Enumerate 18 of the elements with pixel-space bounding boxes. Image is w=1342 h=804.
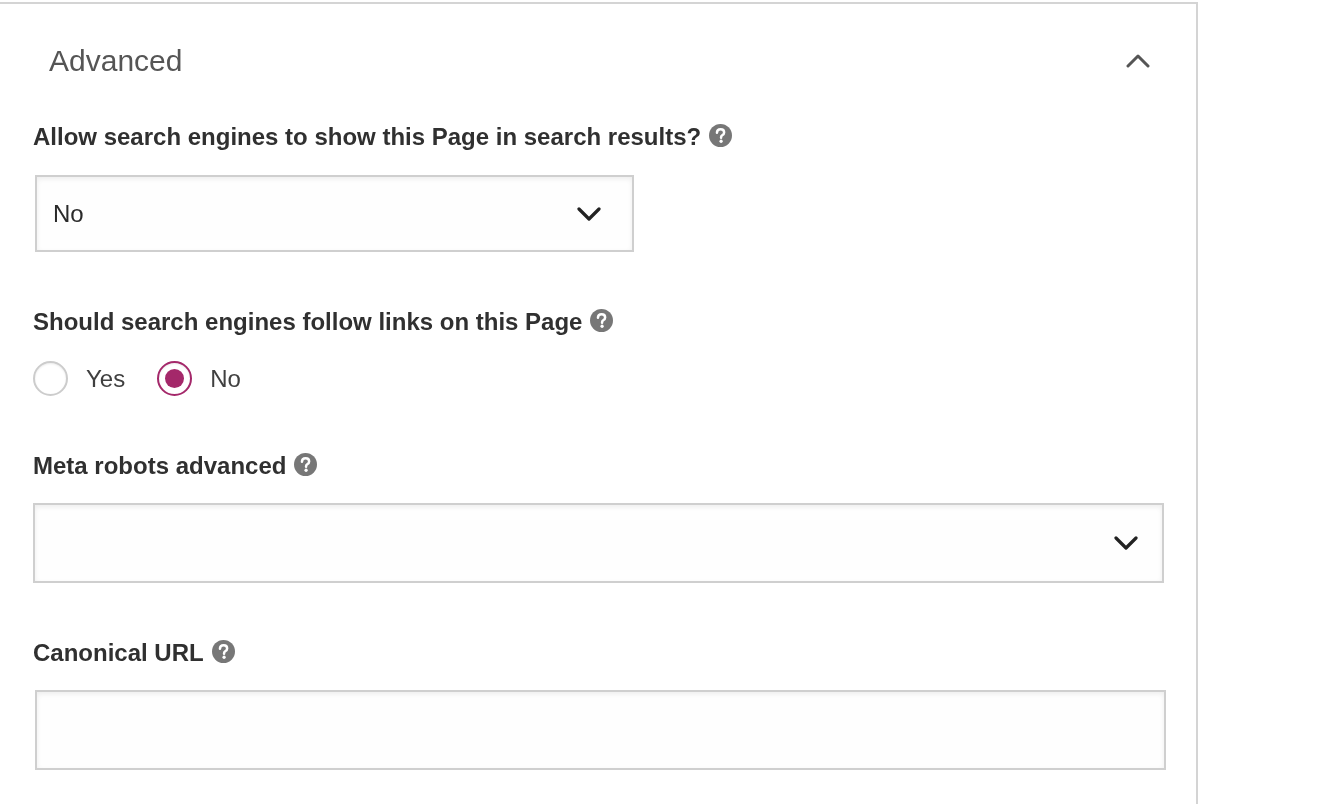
chevron-down-icon [1114,536,1138,550]
help-icon[interactable] [709,123,733,147]
field-label: Canonical URL [33,639,204,667]
help-icon[interactable] [294,452,318,476]
help-icon[interactable] [590,308,614,332]
radio-option[interactable]: No [157,361,241,396]
section-title: Advanced [49,44,183,78]
radio-button[interactable] [157,361,193,396]
collapse-chevron-icon[interactable] [1126,54,1150,68]
field-label: Allow search engines to show this Page in search results? [33,123,702,151]
field-label: Meta robots advanced [33,452,287,480]
select-field[interactable] [33,503,1164,583]
radio-option[interactable]: Yes [33,361,126,396]
chevron-down-icon [577,206,601,221]
select-field[interactable]: No [35,175,634,252]
input-field[interactable] [35,690,1166,770]
help-icon[interactable] [211,639,235,663]
field-label: Should search engines follow links on this Page [33,308,583,336]
